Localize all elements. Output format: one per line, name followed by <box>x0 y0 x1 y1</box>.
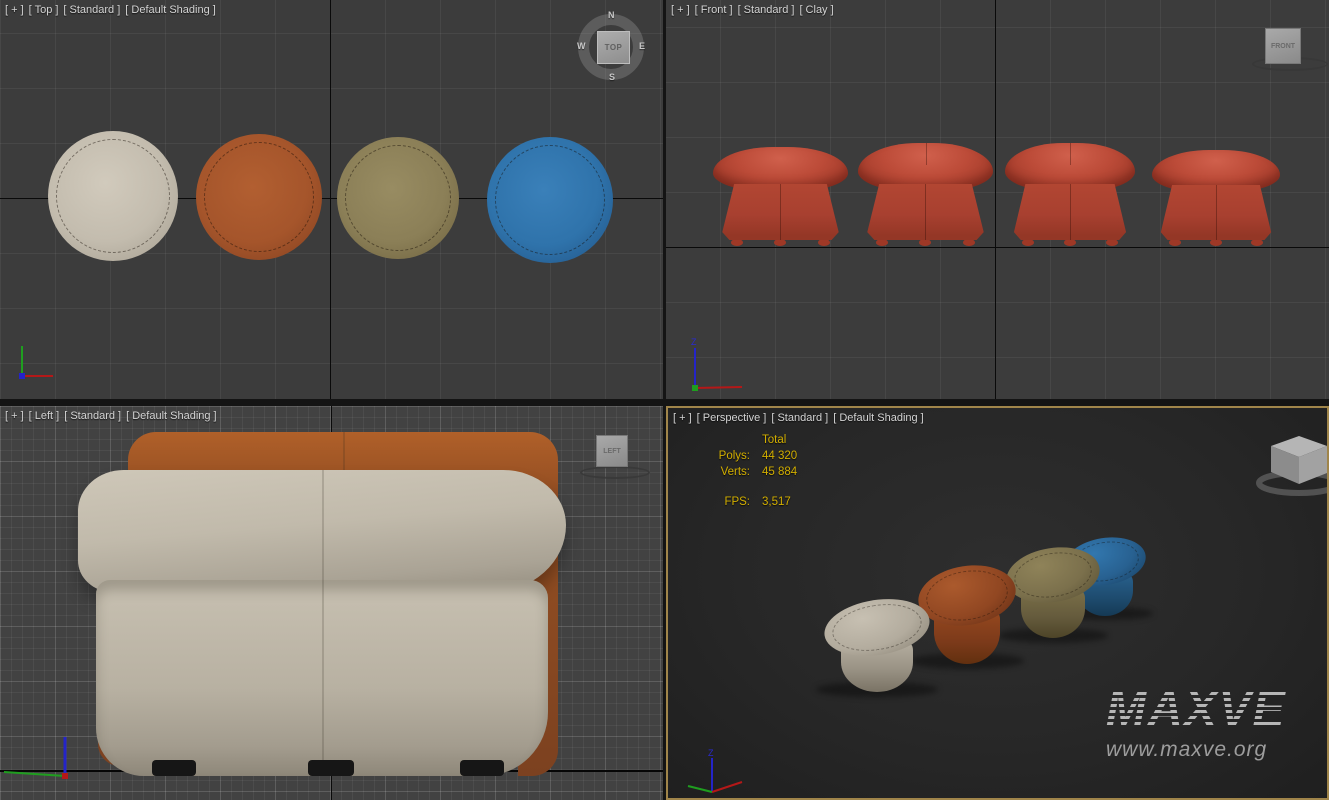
stats-fps-label: FPS: <box>704 496 750 508</box>
viewport-left-menubar: [ + ] [ Left ] [ Standard ] [ Default Sh… <box>5 410 217 422</box>
menu-standard-label[interactable]: [ Standard ] <box>64 410 121 422</box>
menu-general-label[interactable]: [ + ] <box>5 4 24 16</box>
axis-z-label: Z <box>708 748 714 758</box>
menu-viewpoint-label[interactable]: [ Top ] <box>29 4 59 16</box>
ottoman-feet <box>1022 239 1118 246</box>
ottoman-body <box>721 184 840 240</box>
viewport-top[interactable]: [ + ] [ Top ] [ Standard ] [ Default Sha… <box>0 0 663 399</box>
ottoman-body <box>866 184 985 240</box>
menu-viewpoint-label[interactable]: [ Perspective ] <box>697 412 767 424</box>
ottoman-foot <box>308 760 354 776</box>
ottoman-top-olive[interactable] <box>337 137 459 259</box>
menu-shading-label[interactable]: [ Clay ] <box>799 4 833 16</box>
ottoman-front-4[interactable] <box>1152 150 1280 246</box>
ottoman-feet <box>876 239 976 246</box>
ottoman-cap <box>1002 541 1103 609</box>
ottoman-feet <box>731 239 831 246</box>
ottoman-feet <box>1169 239 1264 246</box>
seam <box>1216 185 1217 240</box>
stitch-ring <box>345 145 451 251</box>
menu-shading-label[interactable]: [ Default Shading ] <box>833 412 924 424</box>
menu-standard-label[interactable]: [ Standard ] <box>738 4 795 16</box>
compass-east[interactable]: E <box>639 41 645 51</box>
viewcube-3d[interactable] <box>1253 430 1329 496</box>
menu-shading-label[interactable]: [ Default Shading ] <box>125 4 216 16</box>
menu-general-label[interactable]: [ + ] <box>5 410 24 422</box>
fabric-body <box>96 580 548 776</box>
ottoman-perspective-cream[interactable] <box>824 600 930 692</box>
compass-north[interactable]: N <box>608 10 615 20</box>
ottoman-top-rust[interactable] <box>196 134 322 260</box>
axis-tripod-left <box>0 728 80 780</box>
viewcube-left-face[interactable]: LEFT <box>596 435 628 467</box>
ottoman-left-view[interactable] <box>70 426 570 786</box>
viewcube-compass[interactable]: N E S W TOP <box>572 8 650 86</box>
axis-tripod-perspective: Z <box>684 746 754 800</box>
ottoman-cap <box>858 143 993 191</box>
compass-south[interactable]: S <box>609 72 615 82</box>
viewport-statistics: Total Polys: 44 320 Verts: 45 884 FPS: 3… <box>704 434 797 508</box>
stats-gap <box>704 482 797 492</box>
ottoman-front-2[interactable] <box>858 143 993 246</box>
viewport-perspective[interactable]: [ + ] [ Perspective ] [ Standard ] [ Def… <box>666 406 1329 800</box>
menu-viewpoint-label[interactable]: [ Left ] <box>29 410 60 422</box>
ottoman-perspective-rust[interactable] <box>918 566 1016 664</box>
axis-z-label: Z <box>691 337 697 347</box>
watermark-brand: MAXVE <box>1106 686 1287 734</box>
ottoman-top-blue[interactable] <box>487 137 613 263</box>
grid-origin-line-h <box>666 247 1329 248</box>
fabric-cap <box>78 470 566 592</box>
seam <box>1070 143 1071 165</box>
menu-viewpoint-label[interactable]: [ Front ] <box>695 4 733 16</box>
viewport-front[interactable]: [ + ] [ Front ] [ Standard ] [ Clay ] FR… <box>666 0 1329 399</box>
stats-polys-label: Polys: <box>704 450 750 462</box>
ottoman-front-3[interactable] <box>1005 143 1135 246</box>
compass-west[interactable]: W <box>577 41 586 51</box>
ottoman-perspective-olive[interactable] <box>1006 548 1100 638</box>
stats-total-header: Total <box>762 434 797 446</box>
menu-shading-label[interactable]: [ Default Shading ] <box>126 410 217 422</box>
stats-verts-value: 45 884 <box>762 466 797 478</box>
ottoman-cap <box>1005 143 1135 191</box>
viewport-perspective-menubar: [ + ] [ Perspective ] [ Standard ] [ Def… <box>673 412 924 424</box>
stats-total-spacer <box>704 434 750 446</box>
ottoman-foot <box>460 760 504 776</box>
3dsmax-quad-viewport: [ + ] [ Top ] [ Standard ] [ Default Sha… <box>0 0 1329 800</box>
ottoman-top-cream[interactable] <box>48 131 178 261</box>
menu-general-label[interactable]: [ + ] <box>671 4 690 16</box>
stats-polys-value: 44 320 <box>762 450 797 462</box>
viewcube-top-face[interactable]: TOP <box>597 31 630 64</box>
menu-standard-label[interactable]: [ Standard ] <box>63 4 120 16</box>
ottoman-body <box>1013 184 1127 240</box>
viewport-top-menubar: [ + ] [ Top ] [ Standard ] [ Default Sha… <box>5 4 216 16</box>
viewport-front-menubar: [ + ] [ Front ] [ Standard ] [ Clay ] <box>671 4 834 16</box>
watermark: MAXVE www.maxve.org <box>1106 686 1287 762</box>
watermark-url: www.maxve.org <box>1106 738 1287 762</box>
stats-verts-label: Verts: <box>704 466 750 478</box>
seam <box>780 184 781 240</box>
seam <box>926 143 927 165</box>
viewcube-ring[interactable] <box>580 466 650 479</box>
grid-origin-line-v <box>330 0 331 399</box>
viewcube-front-face[interactable]: FRONT <box>1265 28 1301 64</box>
stats-fps-value: 3,517 <box>762 496 797 508</box>
seam <box>322 580 324 776</box>
viewport-left[interactable]: [ + ] [ Left ] [ Standard ] [ Default Sh… <box>0 406 663 800</box>
axis-tripod-top <box>8 340 68 386</box>
stitch-ring <box>204 142 314 252</box>
stitch-ring <box>495 145 605 255</box>
ottoman-body <box>1160 185 1273 240</box>
ottoman-foot <box>152 760 196 776</box>
grid-origin-line-v <box>995 0 996 399</box>
menu-standard-label[interactable]: [ Standard ] <box>771 412 828 424</box>
seam <box>1070 184 1071 240</box>
axis-tripod-front: Z <box>684 336 754 394</box>
seam <box>322 470 324 592</box>
ottoman-cap <box>820 592 933 663</box>
seam <box>925 184 926 240</box>
menu-general-label[interactable]: [ + ] <box>673 412 692 424</box>
stitch-ring <box>56 139 170 253</box>
ottoman-front-1[interactable] <box>713 147 848 246</box>
